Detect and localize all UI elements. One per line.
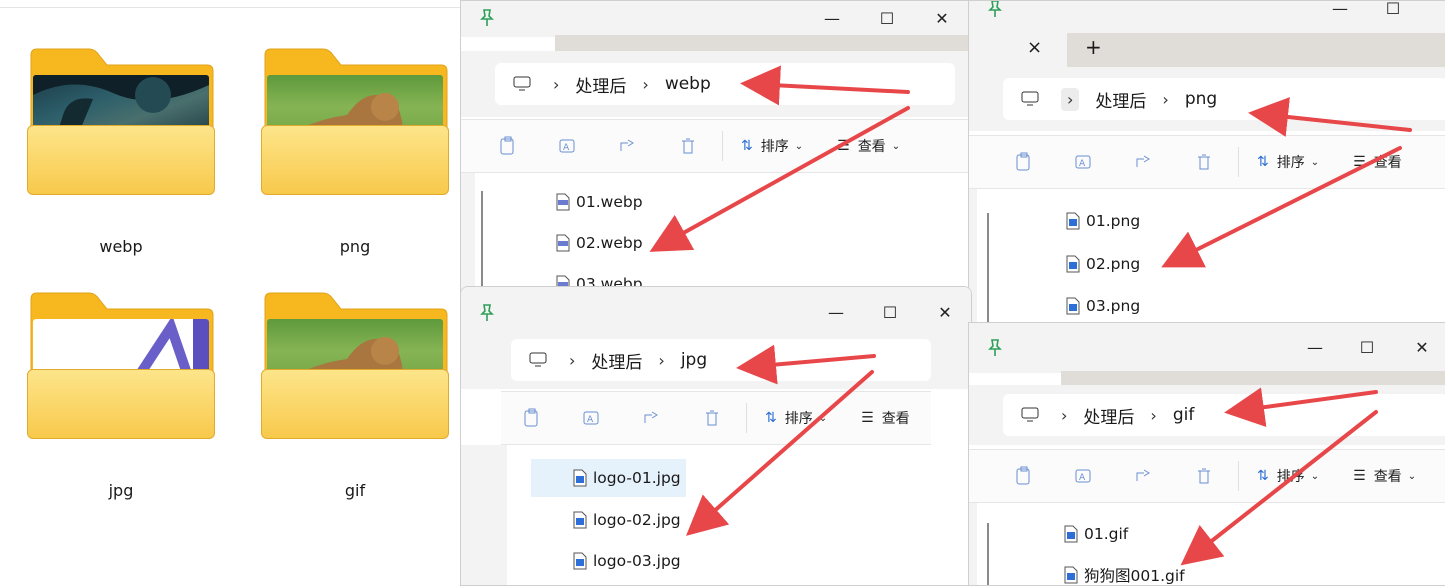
arrow bbox=[1161, 146, 1402, 268]
arrow bbox=[1248, 97, 1412, 137]
arrow bbox=[1180, 410, 1378, 566]
arrow bbox=[740, 65, 910, 106]
arrow bbox=[685, 370, 874, 536]
arrow bbox=[736, 344, 876, 385]
arrow bbox=[1224, 387, 1378, 428]
arrow bbox=[649, 106, 910, 252]
annotation-arrows bbox=[649, 65, 1412, 566]
